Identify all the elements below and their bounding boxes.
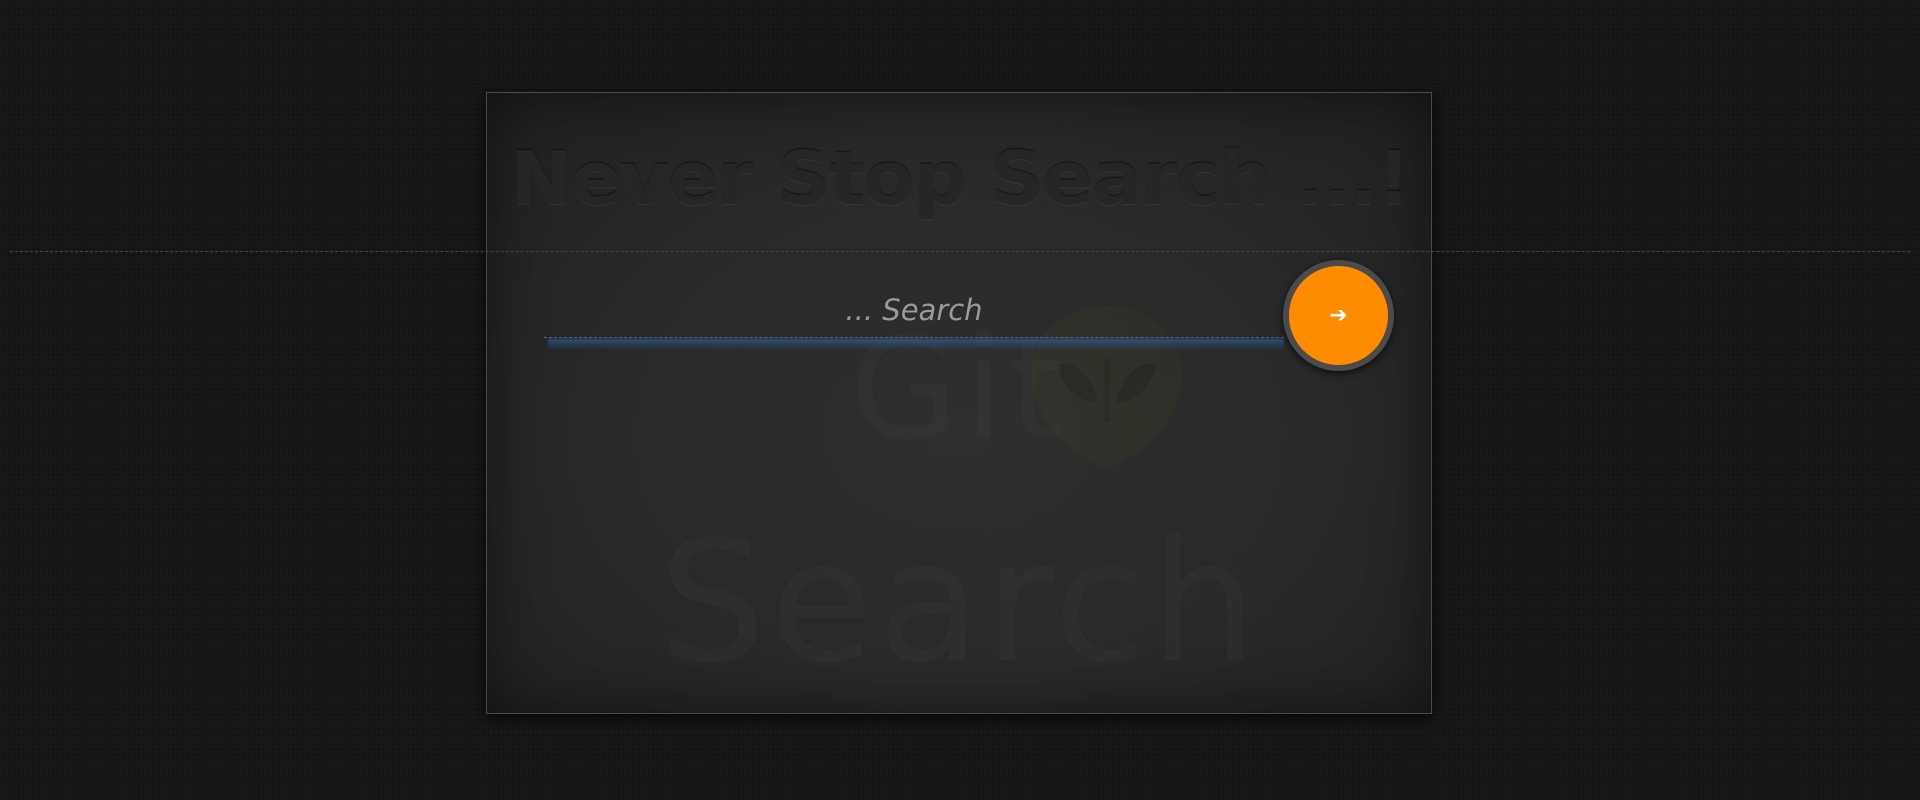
search-submit-button[interactable]: ➔ <box>1283 260 1394 371</box>
search-focus-underline <box>548 339 1284 351</box>
page-headline: Never Stop Search ...! <box>510 136 1410 222</box>
search-input[interactable] <box>544 282 1284 338</box>
watermark-search-text: Search <box>0 518 1920 686</box>
headline-divider <box>10 251 1910 252</box>
arrow-right-icon: ➔ <box>1329 302 1348 328</box>
